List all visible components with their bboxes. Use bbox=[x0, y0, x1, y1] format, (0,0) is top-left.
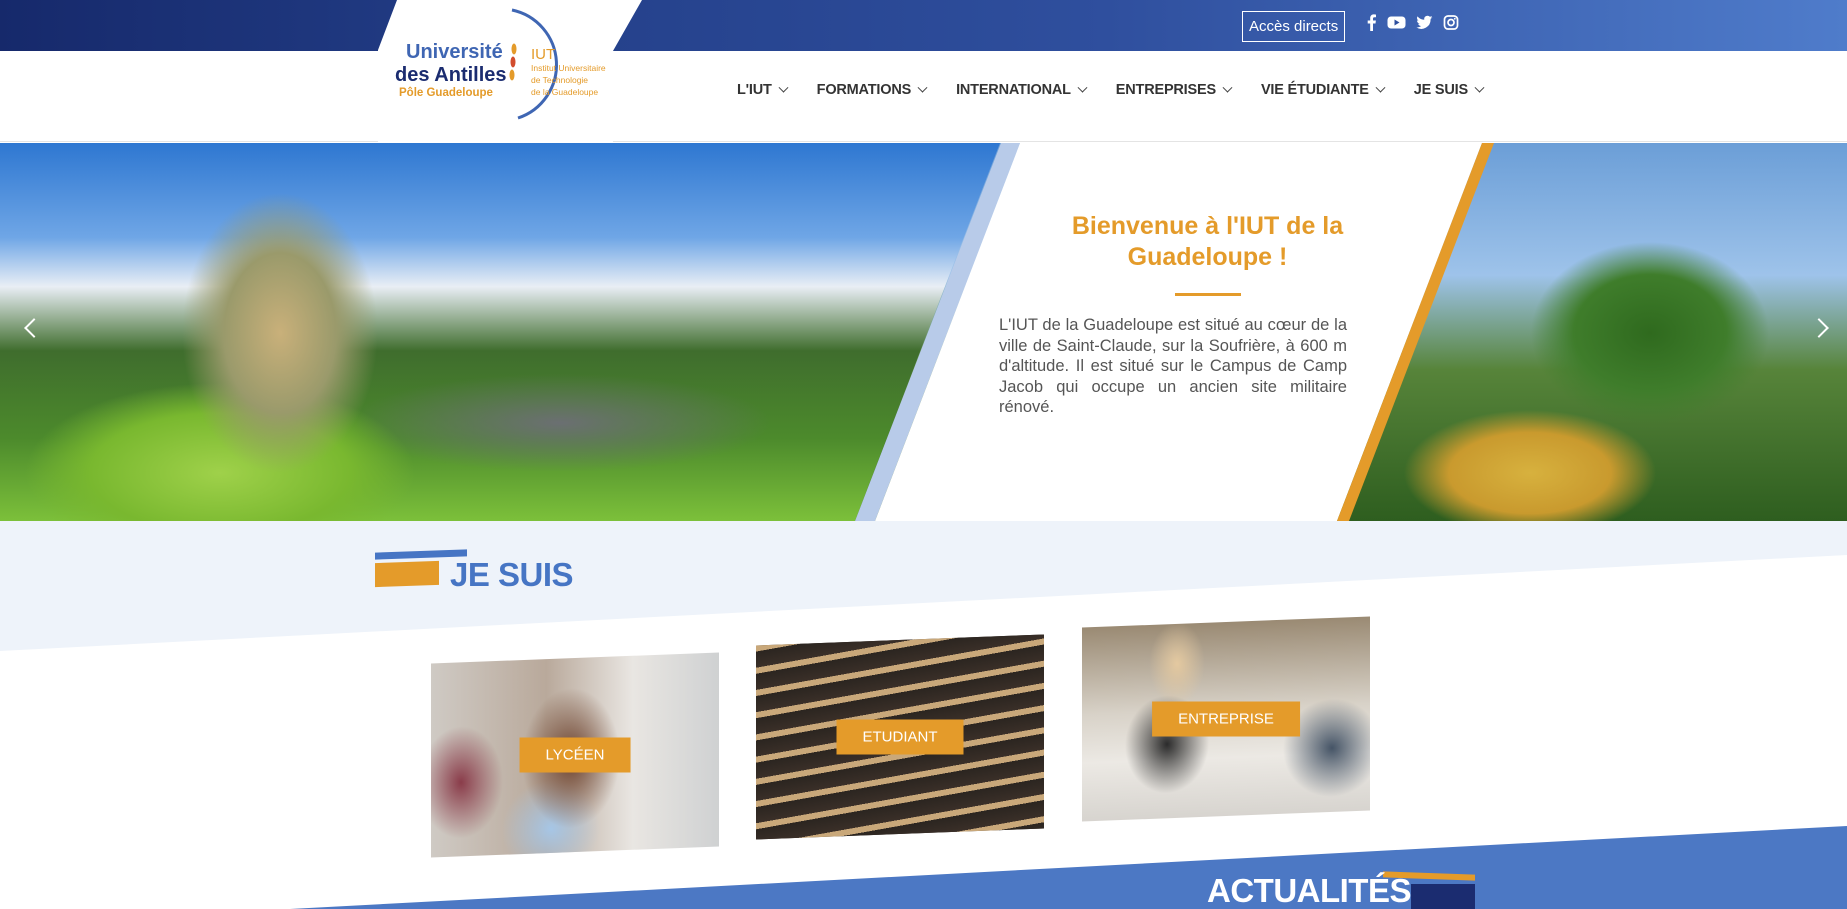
lyceen-button[interactable]: LYCÉEN bbox=[519, 737, 631, 773]
twitter-icon[interactable] bbox=[1416, 14, 1433, 36]
section-deco-block bbox=[1411, 884, 1475, 909]
nav-item-je-suis[interactable]: JE SUIS bbox=[1413, 82, 1485, 98]
main-nav: L'IUT FORMATIONS INTERNATIONAL ENTREPRIS… bbox=[737, 82, 1513, 98]
logo-iut-sub3: de la Guadeloupe bbox=[531, 87, 598, 97]
chevron-down-icon bbox=[917, 82, 928, 93]
nav-item-label: L'IUT bbox=[737, 82, 772, 98]
hero-image-left bbox=[0, 143, 1000, 521]
site-header: L'IUT FORMATIONS INTERNATIONAL ENTREPRIS… bbox=[0, 51, 1847, 142]
card-etudiant[interactable]: ETUDIANT bbox=[756, 634, 1044, 840]
logo-line2: des Antilles bbox=[395, 64, 507, 86]
hero-description: L'IUT de la Guadeloupe est situé au cœur… bbox=[999, 316, 1347, 416]
social-links bbox=[1365, 14, 1459, 36]
site-logo[interactable]: Université des Antilles Pôle Guadeloupe … bbox=[394, 4, 634, 124]
hero-title: Bienvenue à l'IUT de la Guadeloupe ! bbox=[1071, 212, 1344, 271]
logo-line1: Université bbox=[406, 41, 503, 63]
entreprise-button[interactable]: ENTREPRISE bbox=[1152, 701, 1300, 737]
je-suis-title: JE SUIS bbox=[450, 556, 574, 593]
logo-line3: Pôle Guadeloupe bbox=[399, 87, 493, 99]
nav-item-entreprises[interactable]: ENTREPRISES bbox=[1115, 82, 1233, 98]
chevron-down-icon bbox=[778, 82, 789, 93]
actualites-title: ACTUALITÉS bbox=[1207, 872, 1412, 909]
je-suis-band bbox=[0, 521, 1847, 651]
nav-item-label: ENTREPRISES bbox=[1115, 82, 1216, 98]
facebook-icon[interactable] bbox=[1365, 14, 1377, 36]
hero-divider bbox=[1175, 293, 1241, 296]
nav-item-vie-etudiante[interactable]: VIE ÉTUDIANTE bbox=[1260, 82, 1386, 98]
section-deco-block bbox=[375, 560, 439, 588]
nav-item-label: JE SUIS bbox=[1413, 82, 1468, 98]
top-bar: Accès directs bbox=[0, 0, 1847, 51]
chevron-down-icon bbox=[1375, 82, 1386, 93]
card-entreprise[interactable]: ENTREPRISE bbox=[1082, 616, 1370, 822]
logo-iut-sub1: Institut Universitaire bbox=[531, 63, 606, 73]
nav-item-label: VIE ÉTUDIANTE bbox=[1260, 82, 1369, 98]
nav-item-label: FORMATIONS bbox=[816, 82, 912, 98]
logo-iut: IUT bbox=[531, 46, 555, 63]
nav-item-international[interactable]: INTERNATIONAL bbox=[956, 82, 1088, 98]
nav-item-liut[interactable]: L'IUT bbox=[737, 82, 789, 98]
nav-item-formations[interactable]: FORMATIONS bbox=[816, 82, 928, 98]
hero-slider: Bienvenue à l'IUT de la Guadeloupe ! L'I… bbox=[0, 143, 1847, 521]
acces-directs-button[interactable]: Accès directs bbox=[1242, 11, 1346, 42]
youtube-icon[interactable] bbox=[1387, 14, 1406, 36]
logo-iut-sub2: de Technologie bbox=[531, 75, 588, 85]
etudiant-button[interactable]: ETUDIANT bbox=[836, 719, 964, 755]
chevron-down-icon bbox=[1474, 82, 1485, 93]
instagram-icon[interactable] bbox=[1443, 14, 1459, 36]
chevron-down-icon bbox=[1222, 82, 1233, 93]
card-lyceen[interactable]: LYCÉEN bbox=[431, 652, 719, 858]
actualites-band bbox=[290, 826, 1847, 909]
nav-item-label: INTERNATIONAL bbox=[956, 82, 1071, 98]
chevron-down-icon bbox=[1077, 82, 1088, 93]
